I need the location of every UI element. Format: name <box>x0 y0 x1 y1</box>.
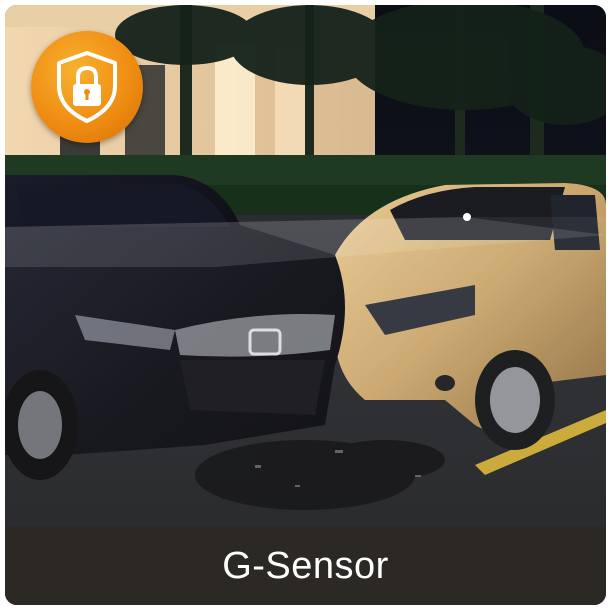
shield-lock-icon <box>57 51 117 123</box>
caption-text: G-Sensor <box>222 544 389 587</box>
feature-card: G-Sensor <box>5 5 606 605</box>
security-badge <box>31 31 143 143</box>
caption-bar: G-Sensor <box>5 527 606 605</box>
